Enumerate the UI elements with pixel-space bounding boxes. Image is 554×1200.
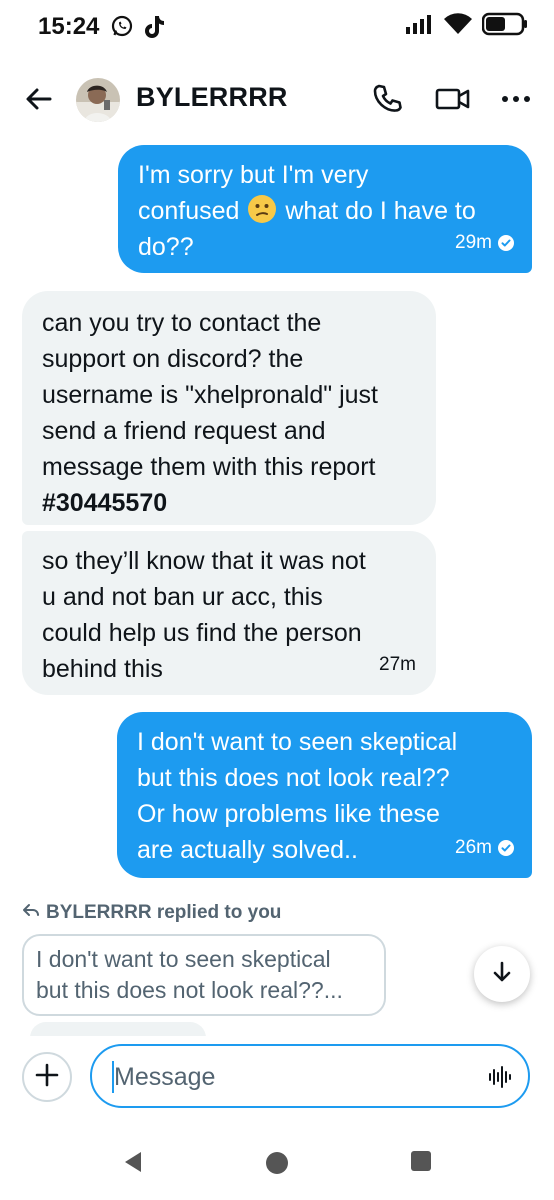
conversation-header: BYLERRRR [0, 64, 554, 134]
contact-name[interactable]: BYLERRRR [136, 82, 288, 113]
message-composer [0, 1036, 554, 1120]
message-line: so they’ll know that it was not [42, 547, 366, 575]
message-line: but this does not look real?? [137, 764, 450, 792]
system-navigation-bar [0, 1124, 554, 1200]
message-bubble-sent[interactable]: I don't want to seen skeptical but this … [117, 712, 532, 878]
arrow-down-icon [489, 959, 515, 990]
signal-icon [404, 12, 434, 41]
add-attachment-button[interactable] [22, 1052, 72, 1102]
message-line: message them with this report [42, 453, 376, 481]
message-line: username is "xhelpronald" just [42, 381, 378, 409]
message-time: 27m [379, 654, 416, 675]
quote-line: but this does not look real??... [36, 977, 343, 1003]
message-line: I don't want to seen skeptical [137, 728, 458, 756]
message-input[interactable] [112, 1058, 486, 1096]
report-id: #30445570 [42, 489, 168, 517]
back-arrow-icon[interactable] [22, 82, 56, 116]
nav-home-icon[interactable] [264, 1150, 290, 1181]
scroll-to-bottom-button[interactable] [474, 946, 530, 1002]
phone-call-icon[interactable] [370, 82, 404, 116]
message-time: 26m [455, 830, 514, 866]
reply-indicator: BYLERRRR replied to you [22, 902, 281, 924]
more-options-icon[interactable] [498, 82, 534, 116]
video-call-icon[interactable] [434, 82, 472, 116]
tiktok-icon [142, 14, 166, 45]
message-bubble-received[interactable]: so they’ll know that it was not u and no… [22, 531, 436, 695]
confused-face-emoji-icon [248, 195, 277, 223]
wifi-icon [443, 12, 473, 41]
text-cursor [112, 1061, 114, 1093]
nav-recents-icon[interactable] [410, 1150, 432, 1177]
message-line: behind this [42, 655, 163, 683]
message-line: confused [138, 197, 240, 225]
nav-back-icon[interactable] [122, 1150, 144, 1179]
message-bubble-received[interactable]: can you try to contact the support on di… [22, 291, 436, 525]
read-check-icon [498, 840, 514, 856]
status-time: 15:24 [38, 13, 100, 40]
message-line: Or how problems like these [137, 800, 440, 828]
reply-label: BYLERRRR replied to you [46, 902, 282, 923]
status-bar: 15:24 [0, 0, 554, 56]
whatsapp-icon [110, 14, 134, 43]
message-line: u and not ban ur acc, this [42, 583, 323, 611]
message-line: support on discord? the [42, 345, 304, 373]
message-line: what do I have to [285, 197, 476, 225]
message-bubble-sent[interactable]: I'm sorry but I'm very confused what do … [118, 145, 532, 273]
avatar[interactable] [76, 78, 120, 122]
message-line: can you try to contact the [42, 309, 322, 337]
message-line: I'm sorry but I'm very [138, 161, 369, 189]
reply-arrow-icon [22, 902, 40, 924]
message-input-container [90, 1044, 530, 1108]
plus-icon [34, 1062, 60, 1093]
message-line: send a friend request and [42, 417, 326, 445]
battery-icon [481, 12, 528, 41]
quote-line: I don't want to seen skeptical [36, 946, 331, 972]
voice-message-icon[interactable] [488, 1064, 512, 1090]
quoted-message[interactable]: I don't want to seen skeptical but this … [22, 934, 386, 1016]
message-time: 29m [455, 225, 514, 261]
read-check-icon [498, 235, 514, 251]
message-line: could help us find the person [42, 619, 362, 647]
